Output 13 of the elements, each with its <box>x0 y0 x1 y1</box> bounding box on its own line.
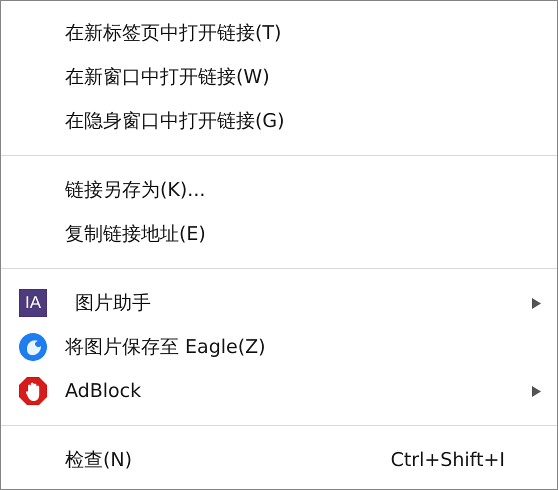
menu-item[interactable]: 检查(N) Ctrl+Shift+I <box>1 438 557 482</box>
menu-item[interactable]: AdBlock <box>1 369 557 413</box>
adblock-stop-hand-icon <box>18 376 48 406</box>
menu-item[interactable]: 在隐身窗口中打开链接(G) <box>1 99 557 143</box>
menu-item[interactable]: 在新窗口中打开链接(W) <box>1 55 557 99</box>
menu-item[interactable]: 复制链接地址(E) <box>1 212 557 256</box>
menu-item[interactable]: 将图片保存至 Eagle(Z) <box>1 325 557 369</box>
shortcut-text: Ctrl+Shift+I <box>390 449 505 471</box>
menu-item[interactable]: IA 图片助手 <box>1 281 557 325</box>
eagle-icon <box>18 332 48 362</box>
image-assistant-icon: IA <box>19 289 47 317</box>
menu-item[interactable]: 链接另存为(K)... <box>1 168 557 212</box>
menu-item[interactable]: 在新标签页中打开链接(T) <box>1 11 557 55</box>
